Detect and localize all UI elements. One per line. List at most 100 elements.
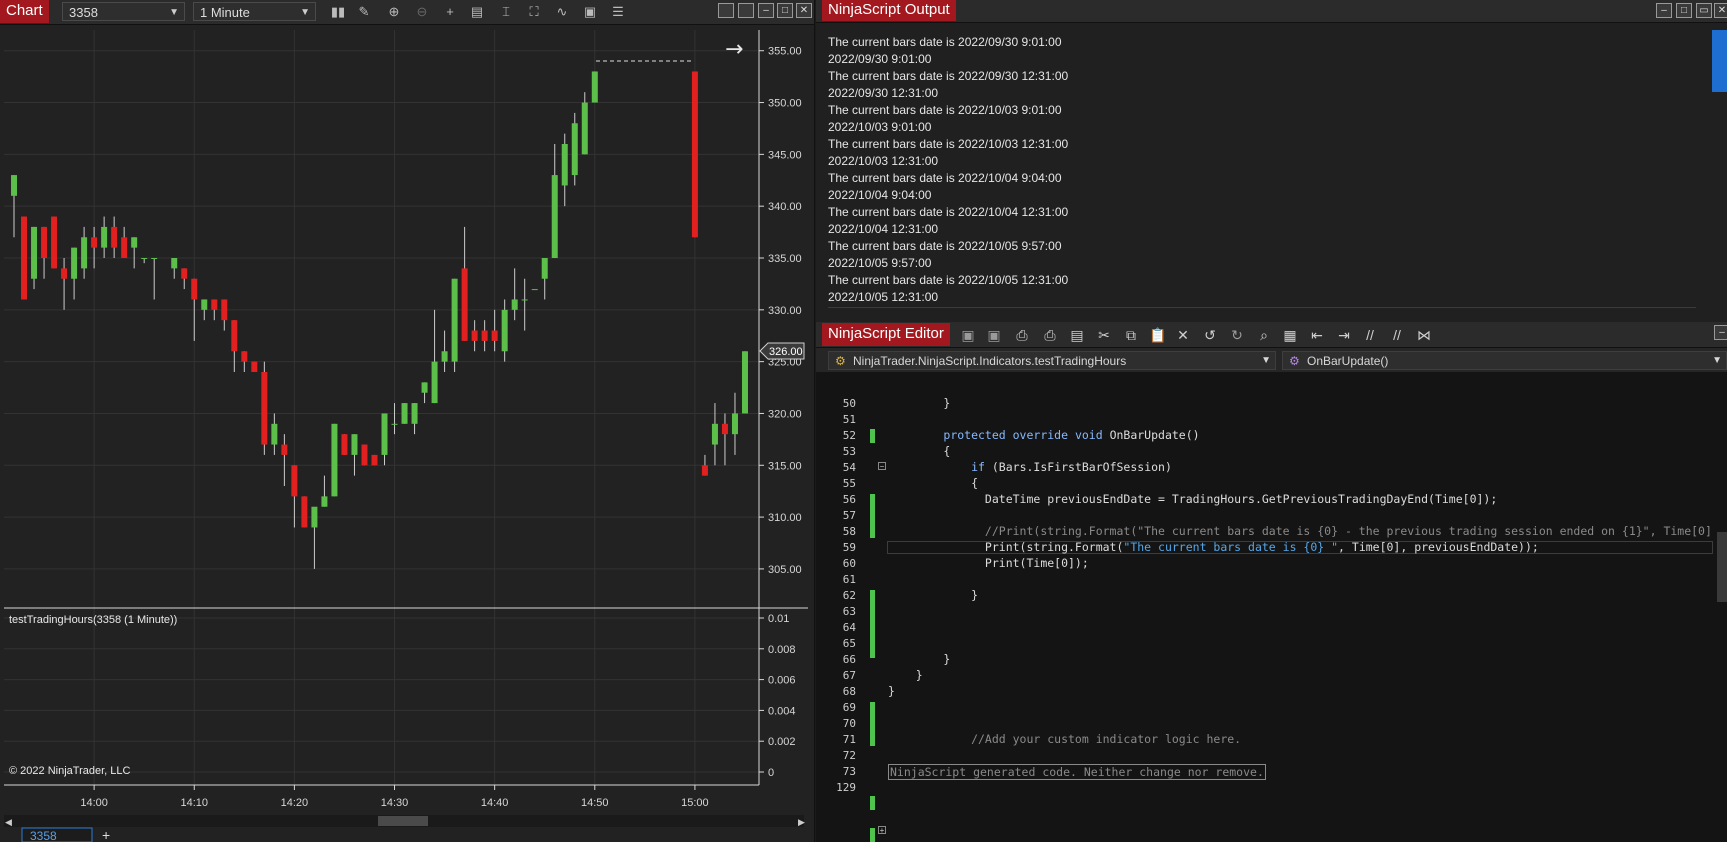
save-icon[interactable]: ▣: [957, 326, 979, 344]
bars-type-icon[interactable]: ▮▮: [329, 3, 347, 21]
print-icon[interactable]: ⎙: [1011, 326, 1033, 344]
candle: [301, 496, 308, 528]
copy-icon[interactable]: ⧉: [1120, 326, 1142, 344]
candle-body-down: [221, 299, 228, 321]
minimize-icon[interactable]: –: [1714, 325, 1727, 340]
output-title: NinjaScript Output: [822, 0, 956, 21]
delete-icon[interactable]: ✕: [1172, 326, 1194, 344]
line-number: 68: [842, 685, 856, 698]
candle-body-up: [271, 423, 278, 445]
zoom-out-icon[interactable]: ⊖: [413, 3, 431, 21]
drawing-tools-icon[interactable]: ⌶: [497, 3, 515, 21]
line-number: 61: [842, 573, 856, 586]
minimize-icon[interactable]: –: [1656, 3, 1672, 18]
find-icon[interactable]: ⌕: [1253, 326, 1275, 344]
price-tick-label: 335.00: [768, 253, 802, 265]
change-marker: [870, 828, 875, 842]
collapsed-region[interactable]: NinjaScript generated code. Neither chan…: [888, 764, 1266, 780]
indicator-tick-label: 0.002: [768, 736, 796, 748]
view-icon[interactable]: ▤: [1066, 326, 1088, 344]
code-line: protected override void OnBarUpdate(): [943, 428, 1200, 442]
code-line: }: [888, 588, 979, 602]
method-selector[interactable]: ⚙ OnBarUpdate() ▼: [1282, 351, 1727, 370]
redo-icon[interactable]: ↻: [1226, 326, 1248, 344]
class-selector[interactable]: ⚙ NinjaTrader.NinjaScript.Indicators.tes…: [828, 351, 1276, 370]
fold-icon[interactable]: −: [878, 462, 886, 471]
close-icon[interactable]: ✕: [796, 3, 812, 18]
output-line: The current bars date is 2022/10/05 12:3…: [828, 273, 1069, 287]
scroll-right-arrow-icon[interactable]: →: [725, 37, 743, 62]
crosshair-icon[interactable]: +: [441, 3, 459, 21]
candle-body-down: [61, 268, 68, 279]
method-selector-value: OnBarUpdate(): [1307, 354, 1389, 368]
snapshot-icon[interactable]: ⛶: [525, 3, 543, 21]
data-box-icon[interactable]: ▤: [468, 3, 486, 21]
tile-icon[interactable]: [738, 3, 754, 18]
indent-icon[interactable]: ⇥: [1333, 326, 1355, 344]
output-titlebar: NinjaScript Output – □ ▭ ✕: [816, 0, 1727, 23]
undo-icon[interactable]: ↺: [1199, 326, 1221, 344]
candle: [251, 361, 258, 372]
line-number: 67: [842, 669, 856, 682]
candle-body-up: [321, 496, 328, 507]
cut-icon[interactable]: ✂: [1093, 326, 1115, 344]
scrollbar-thumb[interactable]: [378, 816, 428, 826]
zoom-in-icon[interactable]: ⊕: [385, 3, 403, 21]
instrument-selector[interactable]: 3358 ▼: [62, 2, 185, 21]
restore-icon[interactable]: ▭: [1696, 3, 1712, 18]
vertical-scrollbar-thumb[interactable]: [1717, 532, 1727, 602]
candle: [741, 351, 748, 414]
print-preview-icon[interactable]: ⎙: [1039, 326, 1061, 344]
maximize-icon[interactable]: □: [1676, 3, 1692, 18]
candle: [261, 361, 268, 455]
candle-body-up: [741, 351, 748, 414]
expand-icon[interactable]: +: [878, 826, 886, 835]
compile-icon[interactable]: ▦: [1279, 326, 1301, 344]
chart-canvas[interactable]: 355.00350.00345.00340.00335.00330.00325.…: [0, 25, 814, 842]
visual-studio-icon[interactable]: ⋈: [1413, 326, 1435, 344]
outdent-icon[interactable]: ⇤: [1306, 326, 1328, 344]
candle-body-up: [11, 175, 18, 196]
indicators-icon[interactable]: ∿: [553, 3, 571, 21]
time-tick-label: 14:40: [481, 797, 509, 809]
change-marker: [870, 429, 875, 443]
chart-tab-label[interactable]: Chart: [0, 0, 49, 23]
candle-body-up: [131, 237, 138, 248]
output-line: The current bars date is 2022/10/04 9:04…: [828, 171, 1062, 185]
uncomment-icon[interactable]: //: [1386, 326, 1408, 344]
scrollbar-thumb[interactable]: [1712, 30, 1727, 92]
save-all-icon[interactable]: ▣: [983, 326, 1005, 344]
candle-body-down: [461, 268, 468, 341]
candle-body-up: [351, 434, 358, 455]
tile-icon[interactable]: [718, 3, 734, 18]
candle: [691, 71, 698, 238]
paste-icon[interactable]: 📋: [1147, 326, 1169, 344]
comment-icon[interactable]: //: [1359, 326, 1381, 344]
strategies-icon[interactable]: ▣: [581, 3, 599, 21]
chart-toolbar: Chart 3358 ▼ 1 Minute ▼ ▮▮ ✎ ⊕ ⊖ + ▤ ⌶ ⛶…: [0, 0, 814, 25]
output-log[interactable]: The current bars date is 2022/09/30 9:01…: [828, 34, 1068, 306]
properties-icon[interactable]: ☰: [609, 3, 627, 21]
interval-selector[interactable]: 1 Minute ▼: [193, 2, 316, 21]
change-marker: [870, 494, 875, 538]
candle-body-down: [241, 351, 248, 362]
add-tab-button[interactable]: +: [102, 827, 110, 842]
candle: [571, 112, 578, 186]
price-tick-label: 355.00: [768, 46, 802, 58]
code-line: }: [888, 652, 951, 666]
pencil-icon[interactable]: ✎: [355, 3, 373, 21]
scroll-left-icon[interactable]: ◀: [5, 817, 12, 827]
output-line: 2022/10/04 9:04:00: [828, 188, 932, 202]
indicator-tick-label: 0.006: [768, 675, 796, 687]
maximize-icon[interactable]: □: [777, 3, 793, 18]
candle-body-up: [141, 258, 148, 259]
scroll-right-icon[interactable]: ▶: [798, 817, 805, 827]
chevron-down-icon: ▼: [1261, 355, 1271, 366]
close-icon[interactable]: ✕: [1714, 3, 1727, 18]
line-number: 64: [842, 621, 856, 634]
minimize-icon[interactable]: –: [758, 3, 774, 18]
code-editor[interactable]: 50 51 52 53 54 55 56 57 58 59 60 61 62 63 64 65 66 67 68 69…: [816, 372, 1727, 842]
candle-body-down: [21, 216, 28, 300]
line-number: 57: [842, 509, 856, 522]
code-line: //Print(string.Format("The current bars …: [888, 524, 1712, 538]
